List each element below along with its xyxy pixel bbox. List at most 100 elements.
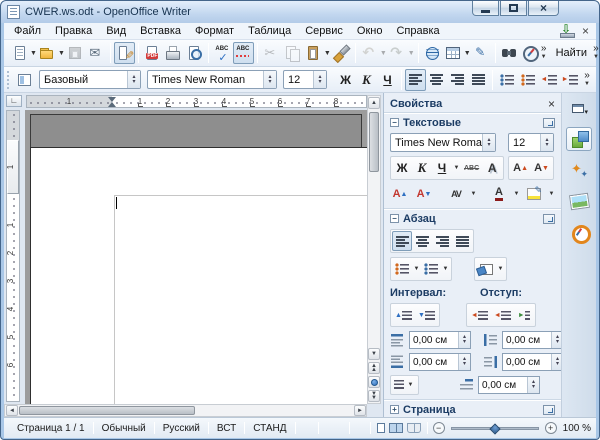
- sidebar-align-left-button[interactable]: [392, 231, 412, 251]
- numbered-list-button[interactable]: [496, 69, 517, 91]
- zoom-in-button[interactable]: +: [545, 422, 557, 434]
- sidebar-italic-button[interactable]: K: [412, 158, 432, 178]
- sidebar-bullet-list-button[interactable]: [392, 259, 412, 279]
- uppercase-button[interactable]: A▲: [390, 184, 410, 204]
- zoom-level[interactable]: 100 %: [557, 423, 591, 434]
- find-replace-button[interactable]: [499, 42, 520, 64]
- menu-table[interactable]: Таблица: [241, 24, 298, 38]
- sidebar-font-name-combobox[interactable]: Times New Roman: [390, 133, 496, 152]
- character-spacing-button[interactable]: AV: [446, 184, 466, 204]
- lowercase-button[interactable]: A▼: [414, 184, 434, 204]
- spacing-above-field[interactable]: 0,00 см: [409, 331, 471, 349]
- character-dialog-launcher-icon[interactable]: [543, 118, 555, 128]
- italic-button[interactable]: K: [356, 69, 377, 91]
- open-dropdown[interactable]: ▼: [58, 42, 65, 64]
- zoom-out-button[interactable]: −: [433, 422, 445, 434]
- align-left-button[interactable]: [405, 69, 426, 91]
- tab-properties[interactable]: [566, 127, 592, 151]
- next-page-button[interactable]: ▼▼: [368, 390, 380, 402]
- horizontal-scroll-thumb[interactable]: [19, 406, 195, 415]
- menu-insert[interactable]: Вставка: [133, 24, 188, 38]
- find-toolbar-label[interactable]: Найти: [550, 47, 593, 59]
- hyperlink-button[interactable]: [422, 42, 443, 64]
- table-button[interactable]: [443, 42, 464, 64]
- new-document-dropdown[interactable]: ▼: [30, 42, 37, 64]
- page-section-header[interactable]: + Страница: [384, 401, 561, 417]
- zoom-slider-handle[interactable]: [489, 423, 500, 434]
- paragraph-style-combobox[interactable]: Базовый: [39, 70, 141, 89]
- horizontal-ruler[interactable]: 1 1 2 3 4 5 6 7 8: [26, 95, 367, 108]
- font-color-button[interactable]: А: [489, 184, 509, 204]
- previous-page-button[interactable]: ▲▲: [368, 362, 380, 374]
- single-page-view-button[interactable]: [377, 423, 385, 433]
- character-spacing-dropdown[interactable]: ▼: [470, 191, 477, 197]
- scroll-left-button[interactable]: ◄: [6, 405, 18, 416]
- decrease-indent-button[interactable]: [538, 69, 559, 91]
- paragraph-section-header[interactable]: − Абзац: [384, 210, 561, 227]
- menu-tools[interactable]: Сервис: [298, 24, 350, 38]
- toolbar-overflow-button[interactable]: »▼: [541, 41, 547, 65]
- paragraph-background-button[interactable]: [476, 259, 496, 279]
- status-page-number[interactable]: Страница 1 / 1: [9, 423, 93, 434]
- email-button[interactable]: [86, 42, 107, 64]
- menu-window[interactable]: Окно: [350, 24, 390, 38]
- decrease-font-size-button[interactable]: A▼: [531, 158, 552, 178]
- update-available-icon[interactable]: [560, 25, 574, 38]
- scroll-down-button[interactable]: ▼: [368, 348, 380, 360]
- print-button[interactable]: [163, 42, 184, 64]
- book-view-button[interactable]: [407, 423, 421, 433]
- styles-button[interactable]: [14, 69, 35, 91]
- numbered-list-dropdown[interactable]: ▼: [441, 266, 450, 272]
- left-indent-marker[interactable]: [108, 98, 116, 107]
- expand-icon[interactable]: +: [390, 405, 399, 414]
- sidebar-bold-button[interactable]: Ж: [392, 158, 412, 178]
- format-paintbrush-button[interactable]: [331, 42, 352, 64]
- page-dialog-launcher-icon[interactable]: [543, 405, 555, 415]
- menu-help[interactable]: Справка: [389, 24, 446, 38]
- increase-indent-button[interactable]: [559, 69, 580, 91]
- undo-button[interactable]: [359, 42, 380, 64]
- sidebar-menu-button[interactable]: [566, 96, 592, 120]
- sidebar-align-right-button[interactable]: [432, 231, 452, 251]
- status-page-style[interactable]: Обычный: [94, 423, 154, 434]
- minimize-button[interactable]: [472, 1, 499, 16]
- collapse-icon[interactable]: −: [390, 118, 399, 127]
- tab-styles[interactable]: [566, 158, 592, 182]
- align-center-button[interactable]: [426, 69, 447, 91]
- tab-gallery[interactable]: [566, 189, 592, 213]
- bold-button[interactable]: Ж: [335, 69, 356, 91]
- menu-format[interactable]: Формат: [188, 24, 241, 38]
- menu-file[interactable]: Файл: [7, 24, 48, 38]
- document-page[interactable]: [30, 147, 367, 404]
- new-document-button[interactable]: [9, 42, 30, 64]
- indent-after-field[interactable]: 0,00 см: [502, 353, 562, 371]
- table-dropdown[interactable]: ▼: [464, 42, 471, 64]
- menu-edit[interactable]: Правка: [48, 24, 99, 38]
- vertical-scroll-thumb[interactable]: [369, 112, 379, 172]
- line-spacing-button[interactable]: ▼: [390, 375, 419, 395]
- font-size-combobox[interactable]: 12: [283, 70, 327, 89]
- font-color-dropdown[interactable]: ▼: [513, 191, 520, 197]
- autospellcheck-button[interactable]: ABC: [233, 42, 254, 64]
- close-button[interactable]: ×: [528, 1, 559, 16]
- tab-type-corner-button[interactable]: ∟: [6, 95, 22, 107]
- justify-button[interactable]: [468, 69, 489, 91]
- redo-dropdown[interactable]: ▼: [408, 42, 415, 64]
- highlight-color-button[interactable]: [524, 184, 544, 204]
- bullet-list-button[interactable]: [517, 69, 538, 91]
- formatting-overflow-button[interactable]: »▼: [580, 68, 594, 92]
- status-insert-mode[interactable]: ВСТ: [209, 423, 244, 434]
- paragraph-dialog-launcher-icon[interactable]: [543, 214, 555, 224]
- edit-file-button[interactable]: [114, 42, 135, 64]
- status-language[interactable]: Русский: [155, 423, 208, 434]
- zoom-slider[interactable]: [451, 427, 539, 430]
- sidebar-underline-button[interactable]: Ч: [432, 158, 452, 178]
- size-combo-arrows[interactable]: [313, 71, 326, 88]
- underline-dropdown[interactable]: ▼: [452, 165, 461, 171]
- sidebar-justify-button[interactable]: [452, 231, 472, 251]
- align-right-button[interactable]: [447, 69, 468, 91]
- close-document-icon[interactable]: ×: [582, 25, 589, 37]
- shadow-button[interactable]: A: [482, 158, 502, 178]
- background-dropdown[interactable]: ▼: [496, 266, 505, 272]
- font-combo-arrows[interactable]: [263, 71, 276, 88]
